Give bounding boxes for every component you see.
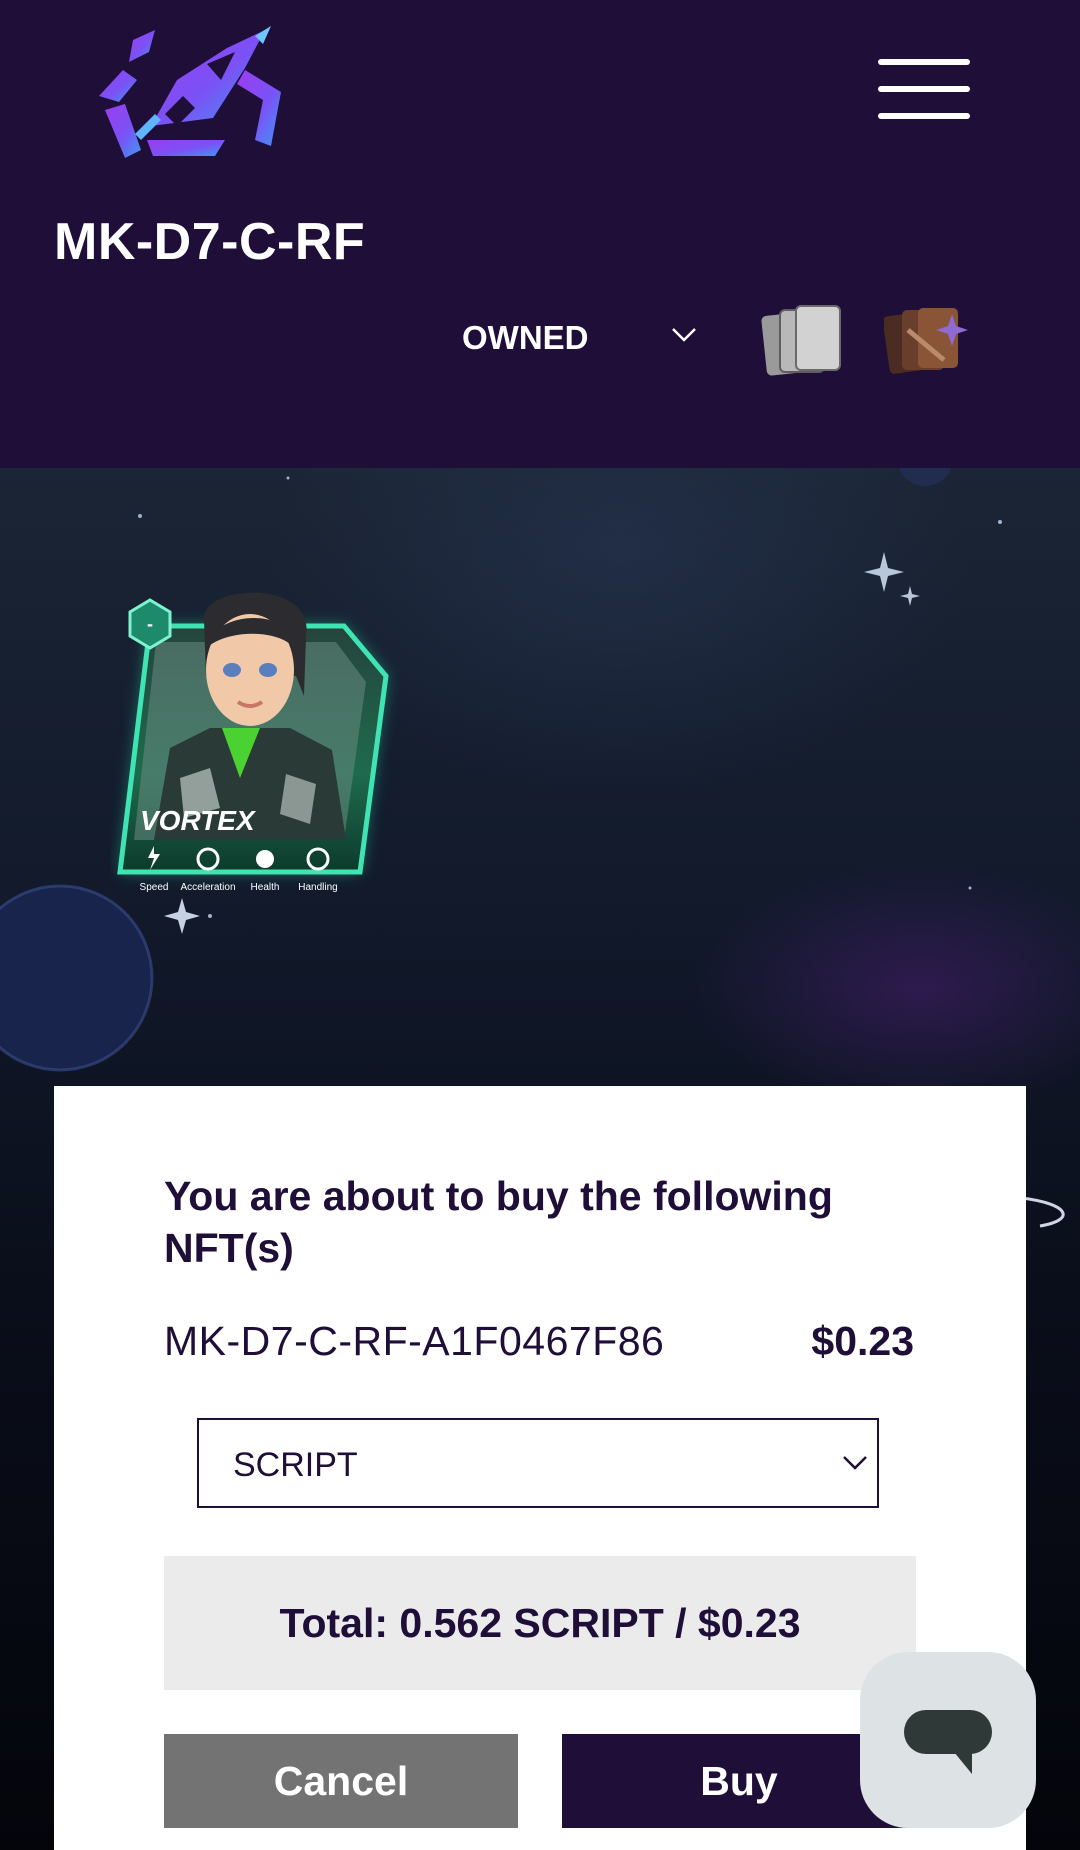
nft-character-card[interactable]: - VORTEX Speed Acceleration Health Handl… bbox=[110, 578, 400, 898]
nft-item-id: MK-D7-C-RF-A1F0467F86 bbox=[164, 1318, 665, 1364]
chat-bubble-icon bbox=[904, 1710, 992, 1774]
currency-select[interactable]: SCRIPT bbox=[197, 1418, 879, 1508]
menu-line bbox=[878, 86, 970, 92]
rocket-hexagon-logo[interactable] bbox=[95, 22, 285, 162]
stat-label: Acceleration bbox=[180, 882, 235, 893]
total-summary: Total: 0.562 SCRIPT / $0.23 bbox=[164, 1556, 916, 1690]
card-level-badge: - bbox=[147, 614, 153, 634]
stat-label: Speed bbox=[140, 882, 169, 893]
chevron-down-icon bbox=[843, 1456, 867, 1470]
stat-label: Handling bbox=[298, 882, 337, 893]
card-character-name: VORTEX bbox=[140, 805, 257, 836]
health-icon bbox=[256, 850, 274, 868]
ownership-filter-dropdown[interactable]: OWNED bbox=[462, 312, 706, 364]
top-header: MK-D7-C-RF OWNED bbox=[0, 0, 1080, 468]
chat-launcher-button[interactable] bbox=[860, 1652, 1036, 1828]
filter-selected-value: OWNED bbox=[462, 319, 589, 356]
nft-item-price: $0.23 bbox=[811, 1318, 914, 1364]
total-amount: Total: 0.562 SCRIPT / $0.23 bbox=[279, 1599, 801, 1646]
card-stack-icon[interactable] bbox=[760, 300, 844, 380]
hamburger-menu-icon[interactable] bbox=[872, 55, 976, 135]
currency-selected-value: SCRIPT bbox=[233, 1446, 358, 1484]
card-pack-icon[interactable] bbox=[884, 300, 968, 380]
menu-line bbox=[878, 59, 970, 65]
cancel-button[interactable]: Cancel bbox=[164, 1734, 518, 1828]
menu-line bbox=[878, 113, 970, 119]
chevron-down-icon bbox=[672, 328, 696, 342]
page-title: MK-D7-C-RF bbox=[54, 213, 366, 271]
modal-heading: You are about to buy the following NFT(s… bbox=[164, 1173, 833, 1271]
stat-label: Health bbox=[251, 882, 280, 893]
